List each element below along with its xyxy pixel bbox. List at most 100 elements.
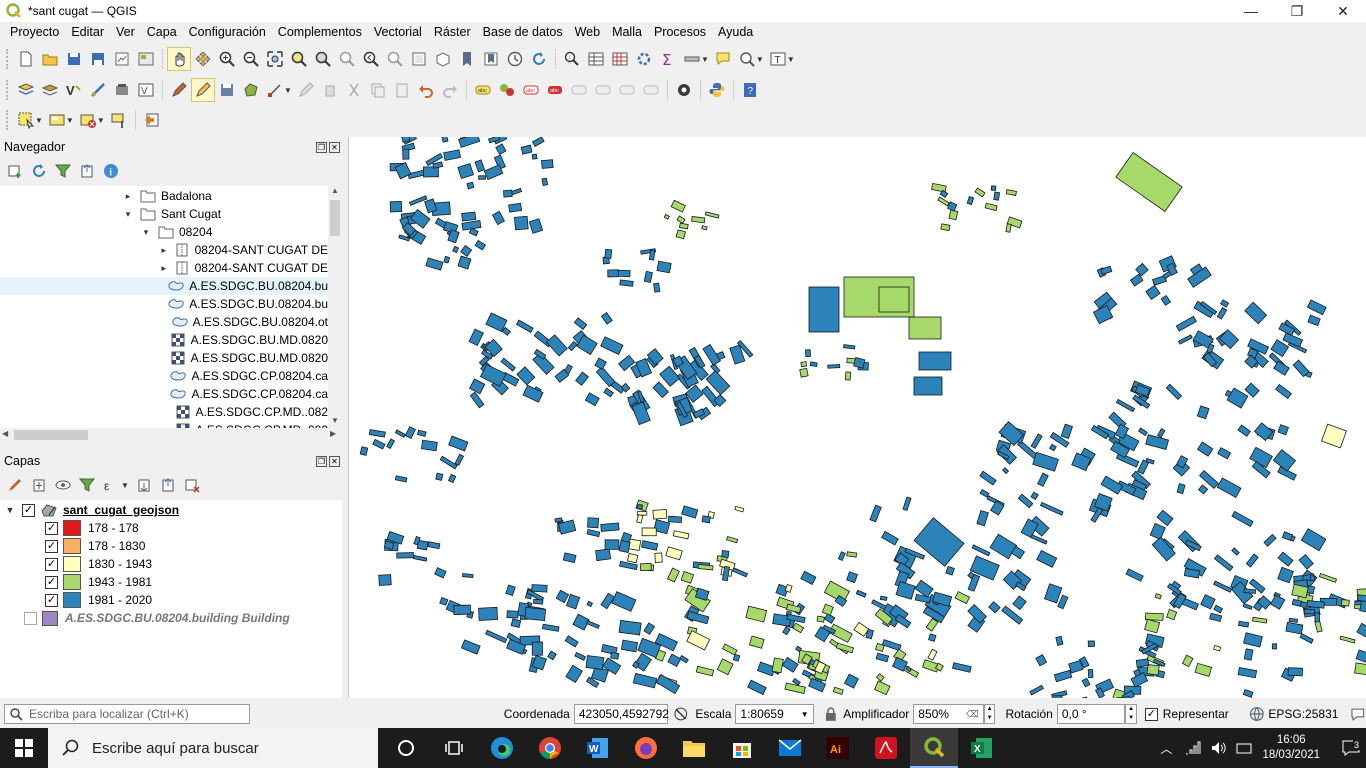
add-layer-icon[interactable] (38, 78, 62, 102)
add-polygon-icon[interactable] (239, 78, 263, 102)
save-project-icon[interactable] (62, 47, 86, 71)
render-checkbox[interactable]: ✓ (1145, 707, 1158, 721)
add-virtual-layer-icon[interactable]: V (134, 78, 158, 102)
select-location-icon[interactable] (107, 108, 131, 132)
chrome-browser-icon[interactable] (526, 728, 574, 768)
navigator-item[interactable]: A.ES.SDGC.CP.MD..082 (0, 403, 328, 421)
menu-base-de-datos[interactable]: Base de datos (477, 25, 569, 39)
clear-icon[interactable]: ⌫ (966, 709, 979, 720)
menu-editar[interactable]: Editar (65, 25, 110, 39)
restore-button[interactable]: ❐ (1274, 0, 1320, 22)
scroll-left-icon[interactable]: ◀ (2, 429, 12, 438)
menu-configuracion[interactable]: Configuración (183, 25, 272, 39)
volume-icon[interactable] (1210, 740, 1228, 756)
class-visibility-checkbox[interactable]: ✓ (45, 593, 58, 607)
class-visibility-checkbox[interactable]: ✓ (45, 539, 58, 553)
navigator-item[interactable]: A.ES.SDGC.CP.08204.ca (0, 385, 328, 403)
navigator-item[interactable]: A.ES.SDGC.BU.MD.0820 (0, 349, 328, 367)
show-bookmarks-icon[interactable] (479, 47, 503, 71)
menu-web[interactable]: Web (569, 25, 606, 39)
mail-app-icon[interactable] (766, 728, 814, 768)
zoom-full-icon[interactable] (263, 47, 287, 71)
chevron-down-icon[interactable]: ▼ (66, 116, 74, 125)
add-vector-layer-icon[interactable]: V (62, 78, 86, 102)
messages-icon[interactable] (1350, 706, 1366, 722)
collapse-arrow-icon[interactable]: ▼ (4, 505, 16, 515)
manage-map-themes-icon[interactable] (52, 474, 74, 496)
crs-globe-icon[interactable] (1249, 706, 1265, 722)
zoom-out-icon[interactable] (239, 47, 263, 71)
chevron-down-icon[interactable]: ▼ (756, 55, 764, 64)
layer-row-building[interactable]: A.ES.SDGC.BU.08204.building Building (0, 609, 342, 627)
filter-by-expression-icon[interactable]: ε (100, 474, 122, 496)
legend-class-row[interactable]: ✓ 1830 - 1943 (0, 555, 342, 573)
show-hide-labels-icon[interactable] (639, 78, 663, 102)
collapse-all-icon[interactable] (76, 160, 98, 182)
show-hidden-icons-icon[interactable]: ︿ (1160, 740, 1172, 757)
open-project-icon[interactable] (38, 47, 62, 71)
layer-styling-icon[interactable] (495, 78, 519, 102)
modify-attributes-icon[interactable] (294, 78, 318, 102)
chevron-down-icon[interactable]: ▼ (97, 116, 105, 125)
chevron-right-icon[interactable]: ▸ (122, 191, 134, 202)
navigator-item[interactable]: A.ES.SDGC.CP.MD..082 (0, 421, 328, 428)
rotation-field[interactable]: 0,0 ° (1056, 704, 1126, 724)
navigator-item[interactable]: ▾ Sant Cugat (0, 205, 328, 223)
magnifier-field[interactable]: 850% ⌫ (913, 704, 984, 724)
print-layout-icon[interactable] (110, 47, 134, 71)
excel-app-icon[interactable]: X (958, 728, 1006, 768)
close-panel-icon[interactable]: ✕ (329, 455, 340, 467)
menu-ver[interactable]: Ver (110, 25, 141, 39)
navigator-item[interactable]: A.ES.SDGC.BU.MD.0820 (0, 331, 328, 349)
navigator-item[interactable]: ▸ Badalona (0, 187, 328, 205)
add-delimited-text-icon[interactable] (86, 78, 110, 102)
store-app-icon[interactable] (718, 728, 766, 768)
menu-ayuda[interactable]: Ayuda (712, 25, 759, 39)
navigator-item[interactable]: A.ES.SDGC.BU.08204.ot (0, 313, 328, 331)
legend-class-row[interactable]: ✓ 178 - 178 (0, 519, 342, 537)
current-edits-icon[interactable] (167, 78, 191, 102)
processing-toolbox-icon[interactable] (632, 47, 656, 71)
gps-icon[interactable] (672, 78, 696, 102)
refresh-icon[interactable] (527, 47, 551, 71)
paste-features-icon[interactable] (390, 78, 414, 102)
menu-proyecto[interactable]: Proyecto (4, 25, 65, 39)
layer-row-sant-cugat[interactable]: ▼ ✓ sant_cugat_geojson (0, 501, 342, 519)
menu-vectorial[interactable]: Vectorial (368, 25, 428, 39)
chevron-down-icon[interactable]: ▼ (121, 481, 129, 490)
delete-selected-icon[interactable] (318, 78, 342, 102)
crs-label[interactable]: EPSG:25831 (1268, 707, 1338, 721)
add-wms-layer-icon[interactable] (110, 78, 134, 102)
navigator-item[interactable]: A.ES.SDGC.CP.08204.ca (0, 367, 328, 385)
rotate-label-icon[interactable] (591, 78, 615, 102)
clock[interactable]: 16:06 18/03/2021 (1262, 733, 1320, 763)
chevron-down-icon[interactable]: ▼ (284, 86, 292, 95)
hide-labels-icon[interactable]: abc (543, 78, 567, 102)
attribute-table-icon[interactable] (584, 47, 608, 71)
edge-browser-icon[interactable] (478, 728, 526, 768)
chevron-right-icon[interactable]: ▸ (160, 245, 168, 256)
new-map-view-icon[interactable] (407, 47, 431, 71)
toggle-editing-icon[interactable] (191, 78, 215, 102)
lock-scale-icon[interactable] (824, 706, 838, 722)
save-edits-icon[interactable] (215, 78, 239, 102)
chevron-down-icon[interactable]: ▼ (787, 55, 795, 64)
minimize-button[interactable]: — (1228, 0, 1274, 22)
zoom-native-icon[interactable] (335, 47, 359, 71)
expand-all-icon[interactable] (133, 474, 155, 496)
taskbar-search-box[interactable]: Escribe aquí para buscar (48, 728, 378, 768)
open-field-calculator-icon[interactable] (608, 47, 632, 71)
menu-malla[interactable]: Malla (606, 25, 648, 39)
zoom-last-icon[interactable] (359, 47, 383, 71)
help-icon[interactable]: ? (738, 78, 762, 102)
toggle-extents-icon[interactable] (672, 705, 690, 723)
scroll-thumb[interactable] (14, 430, 88, 440)
scroll-up-icon[interactable]: ▲ (330, 186, 340, 198)
add-group-icon[interactable] (28, 474, 50, 496)
navigator-item[interactable]: A.ES.SDGC.BU.08204.bu (0, 277, 328, 295)
zoom-in-icon[interactable] (215, 47, 239, 71)
task-view-icon[interactable] (430, 728, 478, 768)
filter-icon[interactable] (52, 160, 74, 182)
move-label-icon[interactable] (567, 78, 591, 102)
legend-class-row[interactable]: ✓ 178 - 1830 (0, 537, 342, 555)
